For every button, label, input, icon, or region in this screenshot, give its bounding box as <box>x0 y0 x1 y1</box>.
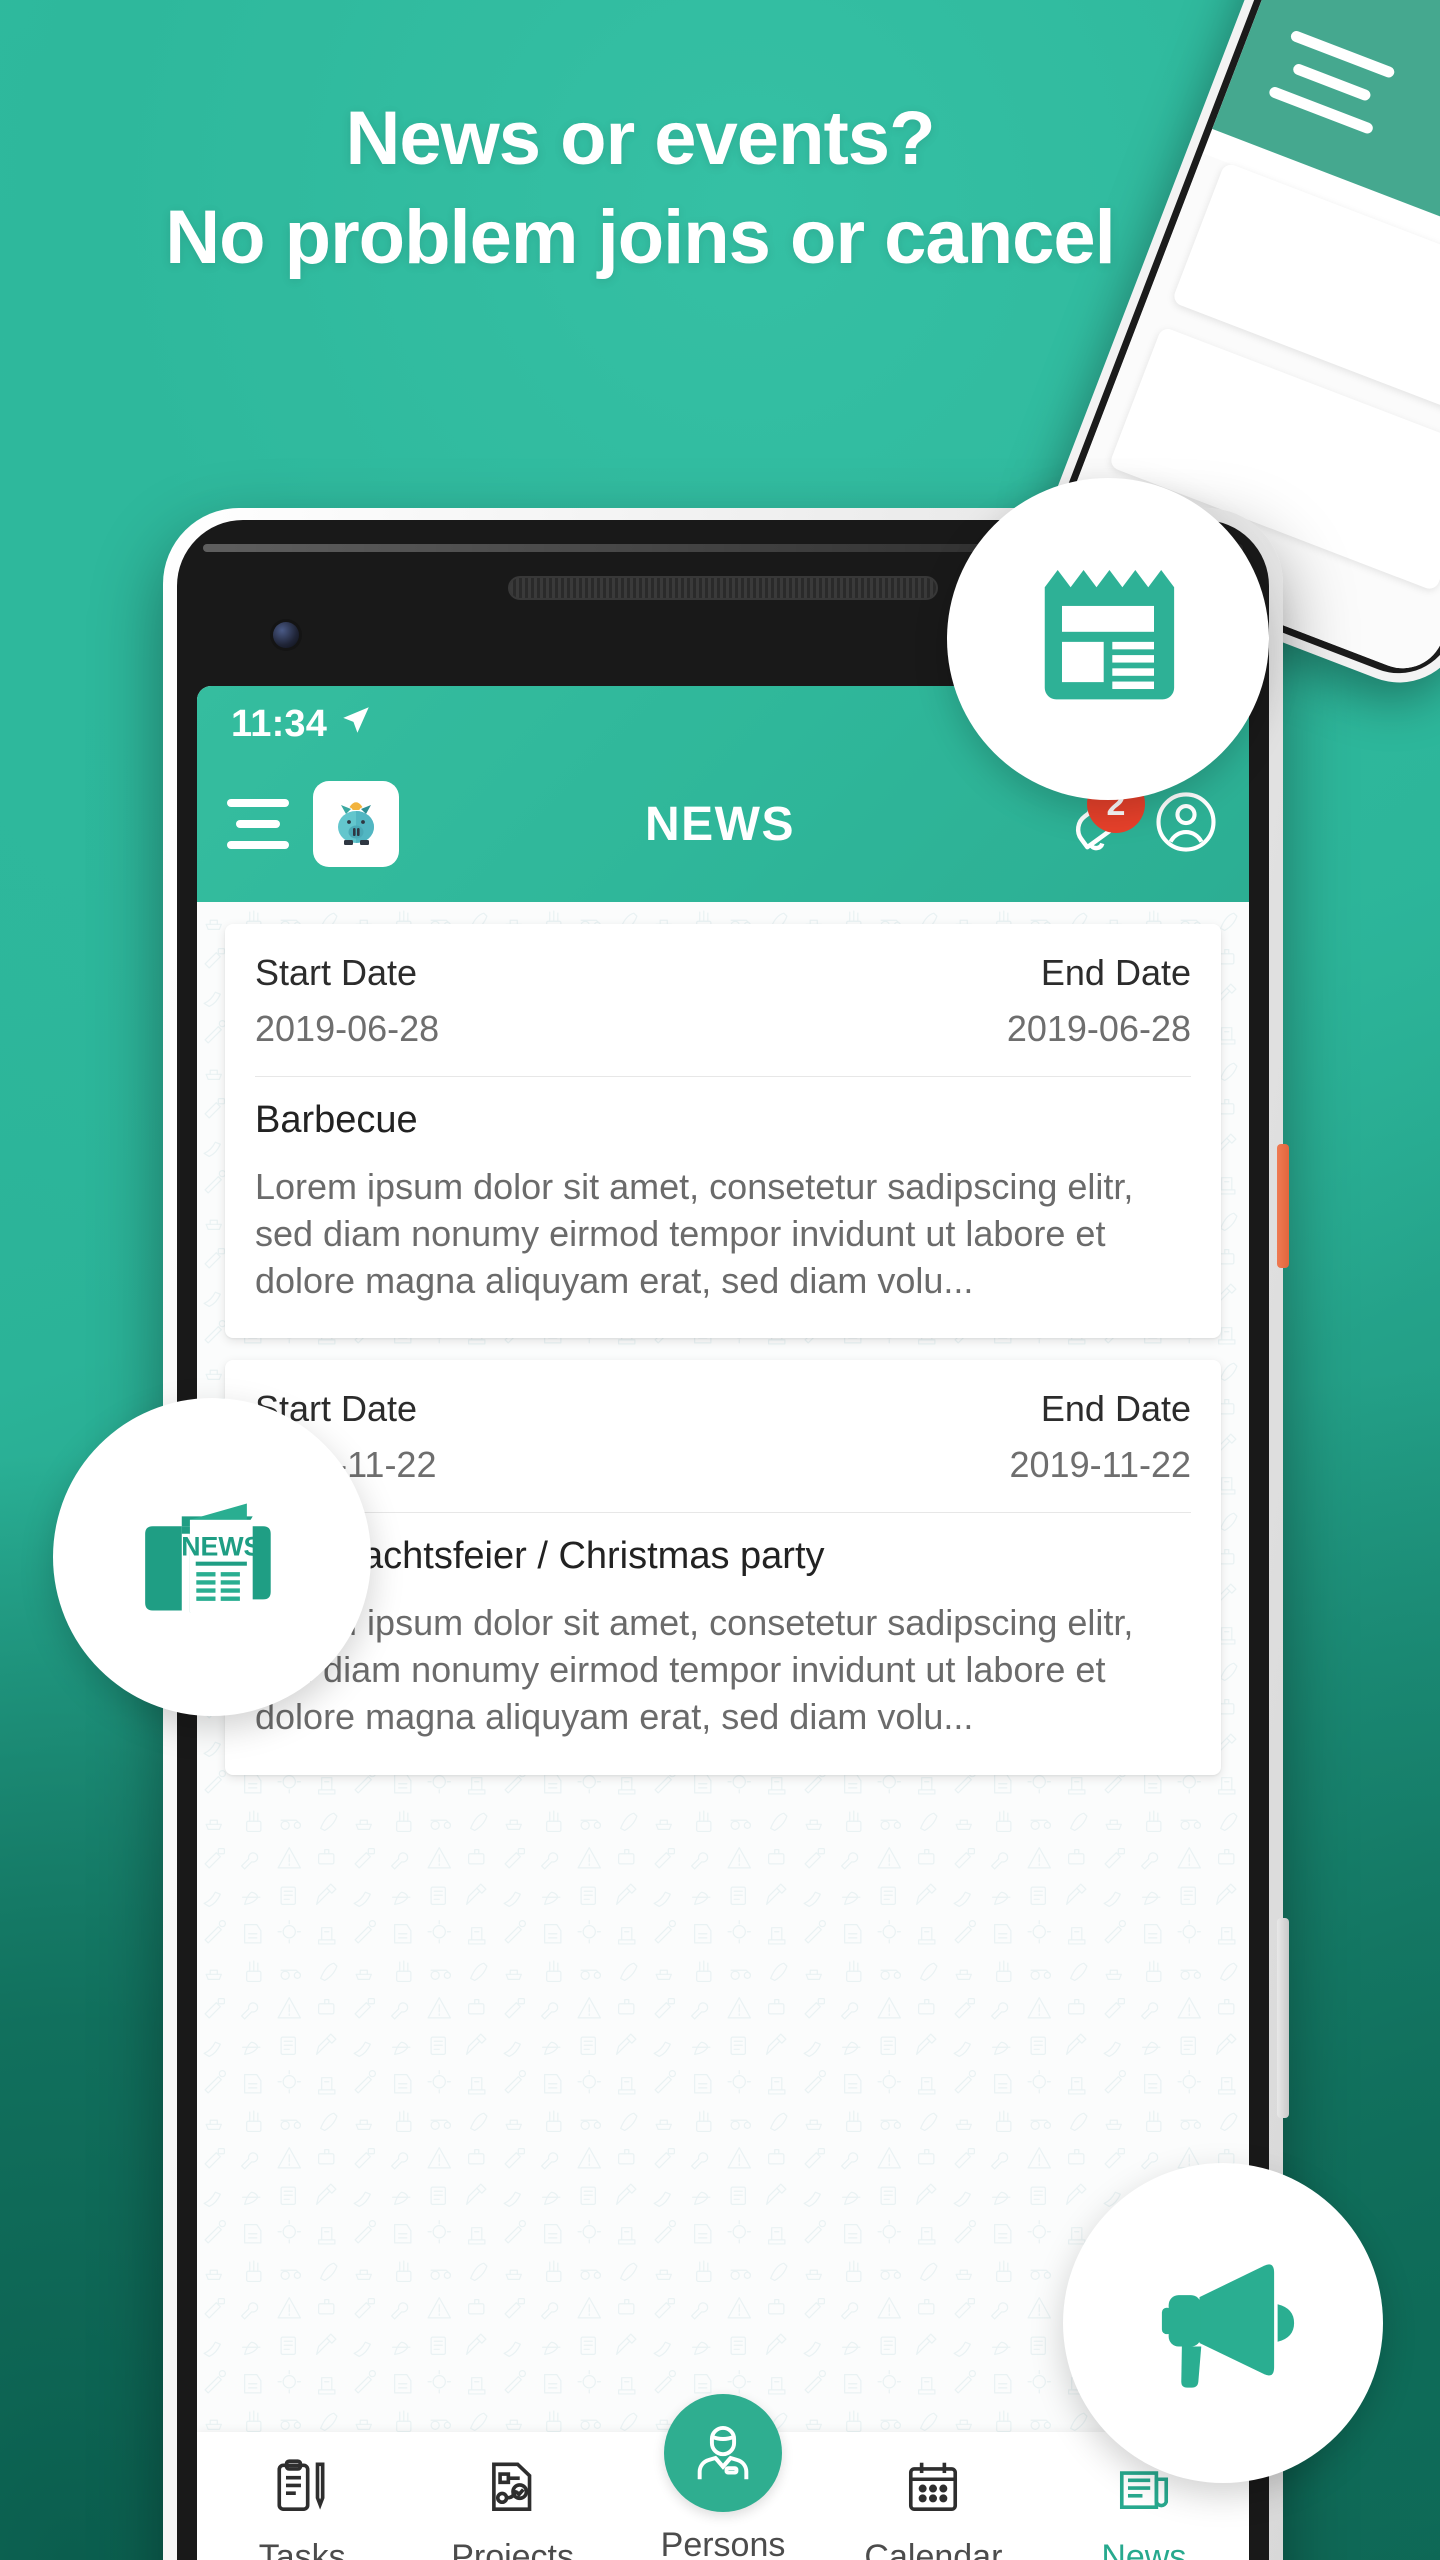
headline-line-2: No problem joins or cancel <box>165 195 1116 281</box>
end-date-label: End Date <box>1040 952 1191 993</box>
hamburger-menu-icon[interactable] <box>1261 29 1396 152</box>
megaphone-badge <box>1063 2163 1383 2483</box>
notification-bell-button[interactable]: 2 <box>1061 775 1145 857</box>
card-divider <box>255 1512 1191 1514</box>
nav-item-calendar[interactable]: Calendar <box>828 2450 1038 2560</box>
start-date-label: Start Date <box>255 952 418 993</box>
hamburger-menu-icon[interactable] <box>227 799 289 849</box>
nav-item-tasks[interactable]: Tasks <box>197 2450 407 2560</box>
screenshot-stage: 19: News or events? No problem joins or … <box>0 0 1440 2560</box>
location-arrow-icon <box>339 703 373 743</box>
toolbar-actions: 2 <box>1061 775 1219 860</box>
end-date-column: End Date 2019-11-22 <box>1010 1388 1191 1486</box>
bottom-navigation-bar: Tasks Projects Persons Calendar News <box>197 2394 1249 2560</box>
news-card-body: Lorem ipsum dolor sit amet, consetetur s… <box>255 1166 1134 1301</box>
end-date-label: End Date <box>1040 1388 1191 1430</box>
news-card[interactable]: Start Date 2019-11-22 End Date 2019-11-2… <box>225 1360 1221 1775</box>
megaphone-icon <box>1161 2264 1295 2388</box>
news-card[interactable]: Start Date 2019-06-28 End Date 2019-06-2… <box>225 924 1221 1339</box>
folded-newspaper-icon: NEWS <box>145 1503 271 1613</box>
start-date-column: Start Date 2019-06-28 <box>255 952 439 1050</box>
news-paper-badge: NEWS <box>53 1398 371 1716</box>
earpiece-speaker <box>508 576 938 600</box>
project-flow-icon <box>482 2450 544 2524</box>
news-card-title: Weihnachtsfeier / Christmas party <box>255 1535 825 1578</box>
news-article-badge <box>947 478 1269 800</box>
front-camera <box>273 622 299 648</box>
promo-headline: News or events? No problem joins or canc… <box>0 96 1280 280</box>
card-date-row: Start Date 2019-11-22 End Date 2019-11-2… <box>255 1388 1191 1486</box>
calendar-icon <box>902 2450 964 2524</box>
volume-button[interactable] <box>1277 1918 1289 2118</box>
nav-label: Projects <box>451 2538 575 2560</box>
nav-item-persons[interactable]: Persons <box>618 2394 828 2560</box>
nav-label: Tasks <box>258 2538 346 2560</box>
news-card-body: Lorem ipsum dolor sit amet, consetetur s… <box>255 1602 1134 1737</box>
user-account-icon[interactable] <box>1153 789 1219 860</box>
nav-item-projects[interactable]: Projects <box>407 2450 617 2560</box>
headline-line-1: News or events? <box>345 96 936 181</box>
piggy-bank-logo-icon[interactable] <box>313 781 399 867</box>
status-time: 11:34 <box>231 702 328 745</box>
end-date-value: 2019-06-28 <box>1006 1008 1191 1049</box>
nav-label: News <box>1101 2538 1187 2560</box>
power-button[interactable] <box>1277 1144 1289 1268</box>
nav-label: Calendar <box>864 2538 1003 2560</box>
news-card-title: Barbecue <box>255 1099 418 1141</box>
clipboard-pen-icon <box>271 2450 333 2524</box>
page-title: NEWS <box>645 797 795 851</box>
card-divider <box>255 1076 1191 1077</box>
start-date-value: 2019-06-28 <box>255 1008 440 1049</box>
nav-label: Persons <box>660 2526 786 2560</box>
card-date-row: Start Date 2019-06-28 End Date 2019-06-2… <box>255 952 1191 1050</box>
end-date-column: End Date 2019-06-28 <box>1007 952 1191 1050</box>
newspaper-article-icon <box>1044 570 1175 700</box>
svg-text:NEWS: NEWS <box>181 1531 261 1561</box>
end-date-value: 2019-11-22 <box>1009 1444 1191 1486</box>
person-worker-icon[interactable] <box>664 2394 783 2512</box>
